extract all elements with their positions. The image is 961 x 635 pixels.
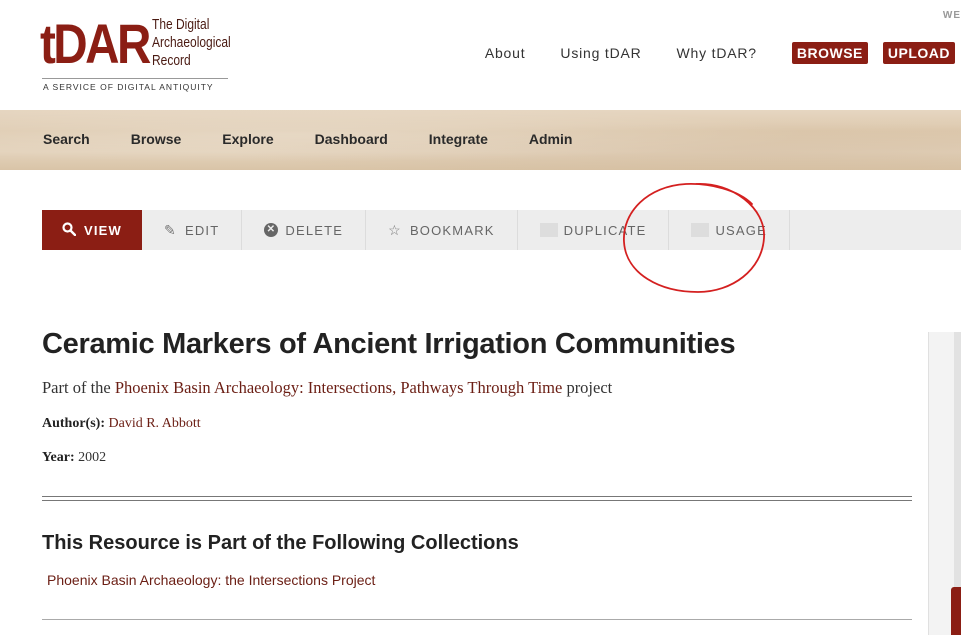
corner-text[interactable]: WE <box>943 10 961 21</box>
main-nav-bar: Search Browse Explore Dashboard Integrat… <box>0 110 961 170</box>
duplicate-button[interactable]: DUPLICATE <box>518 210 670 250</box>
collection-link[interactable]: Phoenix Basin Archaeology: the Intersect… <box>47 572 375 588</box>
authors-label: Author(s): <box>42 416 105 431</box>
logo-tagline: A SERVICE OF DIGITAL ANTIQUITY <box>43 82 214 92</box>
nav-why-tdar[interactable]: Why tDAR? <box>677 45 757 61</box>
duplicate-icon <box>539 223 558 237</box>
project-link[interactable]: Phoenix Basin Archaeology: Intersections… <box>115 378 562 397</box>
resource-title: Ceramic Markers of Ancient Irrigation Co… <box>42 328 736 360</box>
logo-line-2: Archaeological <box>152 34 231 51</box>
top-nav: About Using tDAR Why tDAR? BROWSE UPLOAD <box>485 40 955 66</box>
star-icon: ☆ <box>388 221 402 238</box>
duplicate-label: DUPLICATE <box>563 222 647 238</box>
divider <box>42 619 912 620</box>
main-nav-browse[interactable]: Browse <box>131 131 182 147</box>
edit-label: EDIT <box>184 222 220 238</box>
logo-line-3: Record <box>152 52 191 69</box>
year-label: Year: <box>42 450 75 465</box>
main-nav-integrate[interactable]: Integrate <box>429 131 488 147</box>
part-of-prefix: Part of the <box>42 378 115 397</box>
logo-mark: tDAR <box>40 12 151 75</box>
delete-button[interactable]: ✕ DELETE <box>242 210 367 250</box>
year-value: 2002 <box>78 450 107 465</box>
view-button[interactable]: VIEW <box>42 210 143 250</box>
site-header: tDAR The Digital Archaeological Record A… <box>0 0 961 110</box>
part-of-suffix: project <box>562 378 613 397</box>
year-row: Year: 2002 <box>42 450 106 466</box>
main-nav-explore[interactable]: Explore <box>222 131 273 147</box>
upload-button[interactable]: UPLOAD <box>882 42 955 64</box>
nav-about[interactable]: About <box>485 45 526 61</box>
authors-row: Author(s): David R. Abbott <box>42 416 201 432</box>
bookmark-label: BOOKMARK <box>409 222 495 238</box>
logo-divider <box>42 78 228 79</box>
logo-line-1: The Digital <box>152 16 210 33</box>
browse-button[interactable]: BROWSE <box>791 42 868 64</box>
main-nav-admin[interactable]: Admin <box>529 131 573 147</box>
usage-label: USAGE <box>715 222 767 238</box>
edit-button[interactable]: ✎ EDIT <box>142 210 243 250</box>
sidebar-tab-button[interactable] <box>951 587 961 635</box>
author-link[interactable]: David R. Abbott <box>109 416 201 431</box>
search-icon <box>62 221 77 239</box>
view-label: VIEW <box>84 222 123 238</box>
close-circle-icon: ✕ <box>264 223 279 237</box>
tdar-logo[interactable]: tDAR The Digital Archaeological Record A… <box>40 14 240 94</box>
nav-using-tdar[interactable]: Using tDAR <box>560 45 641 61</box>
delete-label: DELETE <box>285 222 344 238</box>
pencil-icon: ✎ <box>164 221 177 238</box>
collections-heading: This Resource is Part of the Following C… <box>42 532 519 554</box>
usage-button[interactable]: USAGE <box>669 210 790 250</box>
usage-icon <box>691 223 710 237</box>
logo-text: The Digital Archaeological Record <box>152 16 231 70</box>
part-of-project: Part of the Phoenix Basin Archaeology: I… <box>42 378 612 398</box>
bookmark-button[interactable]: ☆ BOOKMARK <box>366 210 518 250</box>
resource-toolbar: VIEW ✎ EDIT ✕ DELETE ☆ BOOKMARK DUPLICAT… <box>42 210 961 250</box>
double-divider <box>42 496 912 501</box>
main-nav-dashboard[interactable]: Dashboard <box>315 131 388 147</box>
main-nav-search[interactable]: Search <box>43 131 90 147</box>
